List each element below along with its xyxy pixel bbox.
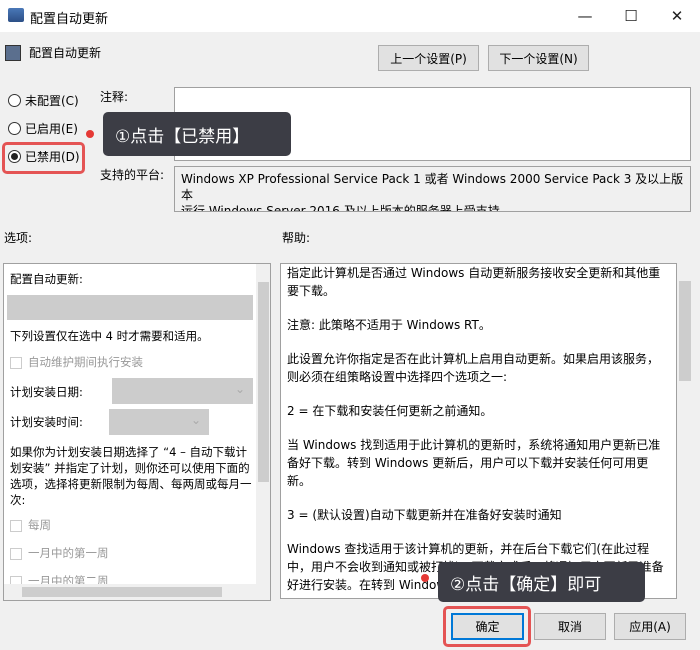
checkbox-label: 自动维护期间执行安装 [28, 355, 143, 369]
install-day-label: 计划安装日期: [10, 385, 83, 399]
options-note: 下列设置仅在选中 4 时才需要和适用。 [10, 329, 209, 343]
install-time-label: 计划安装时间: [10, 415, 83, 429]
weekly-checkbox[interactable]: 每周 [10, 517, 51, 533]
previous-setting-button[interactable]: 上一个设置(P) [378, 45, 479, 71]
policy-icon [5, 45, 21, 61]
platform-box: Windows XP Professional Service Pack 1 或… [174, 166, 691, 212]
help-paragraph: 当 Windows 找到适用于此计算机的更新时，系统将通知用户更新已准备好下载。… [287, 438, 661, 488]
step2-tooltip: ②点击【确定】即可 [438, 562, 645, 602]
chevron-down-icon: ⌄ [234, 382, 245, 396]
checkbox-label: 一月中的第一周 [28, 546, 109, 560]
platform-label: 支持的平台: [100, 168, 165, 182]
options-horizontal-scrollbar[interactable] [4, 584, 270, 600]
scrollbar-thumb[interactable] [22, 587, 222, 597]
platform-line: Windows XP Professional Service Pack 1 或… [181, 172, 684, 202]
options-vertical-scrollbar[interactable] [256, 264, 270, 584]
maximize-button[interactable]: ☐ [608, 0, 654, 32]
minimize-button[interactable]: — [562, 0, 608, 32]
options-panel: 配置自动更新: 下列设置仅在选中 4 时才需要和适用。 自动维护期间执行安装 计… [3, 263, 271, 601]
help-vertical-scrollbar[interactable] [677, 263, 693, 599]
scrollbar-thumb[interactable] [258, 282, 269, 482]
scrollbar-thumb[interactable] [679, 281, 691, 381]
radio-label: 未配置(C) [25, 94, 79, 108]
maintenance-checkbox[interactable]: 自动维护期间执行安装 [10, 354, 143, 370]
options-label: 选项: [4, 231, 33, 245]
help-paragraph: 2 = 在下载和安装任何更新之前通知。 [287, 404, 493, 418]
install-time-dropdown[interactable]: ⌄ [109, 409, 209, 435]
window-title: 配置自动更新 [30, 12, 109, 27]
close-button[interactable]: ✕ [654, 0, 700, 32]
help-paragraph: 3 = (默认设置)自动下载更新并在准备好安装时通知 [287, 508, 562, 522]
step1-marker [86, 130, 94, 138]
highlight-ok [443, 606, 531, 647]
step1-tooltip: ①点击【已禁用】 [103, 112, 291, 156]
apply-button[interactable]: 应用(A) [614, 613, 686, 640]
help-text-panel: 指定此计算机是否通过 Windows 自动更新服务接收安全更新和其他重要下载。 … [280, 263, 677, 599]
radio-label: 已启用(E) [25, 122, 78, 136]
help-paragraph: 指定此计算机是否通过 Windows 自动更新服务接收安全更新和其他重要下载。 [287, 266, 661, 298]
policy-title: 配置自动更新 [29, 46, 102, 60]
next-setting-button[interactable]: 下一个设置(N) [488, 45, 589, 71]
options-heading: 配置自动更新: [10, 272, 83, 286]
options-paragraph: 如果你为计划安装日期选择了 “4 – 自动下载计划安装” 并指定了计划，则你还可… [10, 445, 252, 507]
highlight-disabled [2, 142, 85, 174]
help-label: 帮助: [282, 231, 311, 245]
chevron-down-icon: ⌄ [190, 413, 201, 427]
first-week-checkbox[interactable]: 一月中的第一周 [10, 545, 109, 561]
help-paragraph: 此设置允许你指定是否在此计算机上启用自动更新。如果启用该服务，则必须在组策略设置… [287, 352, 660, 384]
step2-marker [421, 574, 429, 582]
install-day-dropdown[interactable]: ⌄ [112, 378, 253, 404]
radio-not-configured[interactable]: 未配置(C) [8, 92, 79, 109]
help-paragraph: 注意: 此策略不适用于 Windows RT。 [287, 318, 491, 332]
title-bar: 配置自动更新 — ☐ ✕ [0, 0, 700, 32]
app-icon [8, 8, 24, 22]
comment-label: 注释: [100, 90, 129, 104]
cancel-button[interactable]: 取消 [534, 613, 606, 640]
checkbox-label: 每周 [28, 518, 51, 532]
update-mode-dropdown[interactable] [7, 295, 253, 320]
platform-line: 运行 Windows Server 2016 及以上版本的服务器上受支持 [181, 204, 500, 212]
radio-enabled[interactable]: 已启用(E) [8, 120, 78, 137]
